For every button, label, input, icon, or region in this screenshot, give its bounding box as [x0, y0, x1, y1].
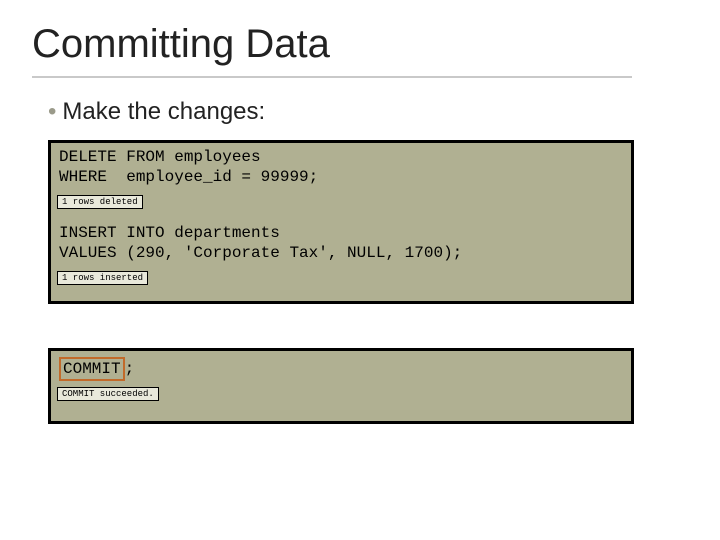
commit-row: COMMIT; — [51, 351, 631, 383]
feedback-deleted: 1 rows deleted — [57, 195, 143, 209]
sql-insert-line2: VALUES (290, 'Corporate Tax', NULL, 1700… — [59, 243, 623, 263]
bullet-line: •Make the changes: — [48, 98, 265, 126]
title-underline — [32, 76, 632, 78]
sql-insert-block: INSERT INTO departments VALUES (290, 'Co… — [51, 219, 631, 267]
sql-insert-line1: INSERT INTO departments — [59, 223, 623, 243]
bullet-dot: • — [48, 98, 56, 125]
commit-keyword-box: COMMIT — [59, 357, 125, 381]
sql-delete-line2: WHERE employee_id = 99999; — [59, 167, 623, 187]
sql-delete-block: DELETE FROM employees WHERE employee_id … — [51, 143, 631, 191]
sql-delete-line1: DELETE FROM employees — [59, 147, 623, 167]
bullet-text: Make the changes: — [62, 98, 265, 125]
slide-title: Committing Data — [32, 22, 330, 67]
code-panel-changes: DELETE FROM employees WHERE employee_id … — [48, 140, 634, 304]
code-panel-commit: COMMIT; COMMIT succeeded. — [48, 348, 634, 424]
feedback-commit: COMMIT succeeded. — [57, 387, 159, 401]
slide: Committing Data •Make the changes: DELET… — [0, 0, 720, 540]
commit-terminator: ; — [125, 360, 135, 378]
feedback-inserted: 1 rows inserted — [57, 271, 148, 285]
